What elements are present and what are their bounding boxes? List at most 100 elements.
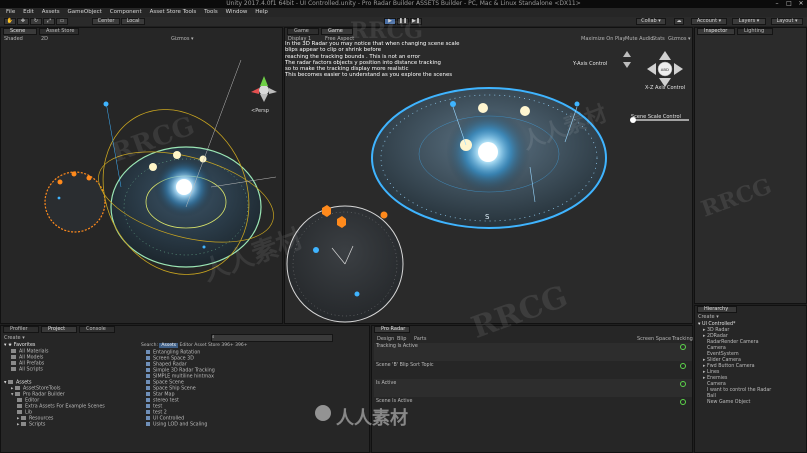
menu-assets[interactable]: Assets [42,8,60,17]
rotate-tool-button[interactable]: ↻ [30,18,42,25]
hierarchy-item[interactable]: I want to control the Radar [707,388,771,393]
project-file[interactable]: Screen Space 3D [146,356,194,362]
tab-asset-store[interactable]: Asset Store [39,28,79,35]
project-file[interactable]: Space Scene [146,380,184,386]
blip-sort-toggle[interactable] [680,363,686,369]
menu-file[interactable]: File [6,8,15,17]
hierarchy-item[interactable]: Camera [707,346,726,351]
inspector-panel[interactable]: Inspector Lighting [694,27,807,304]
project-file[interactable]: stereo test [146,398,179,404]
hierarchy-item[interactable]: New Game Object [707,400,750,405]
project-file[interactable]: SIMPLE multiline hintmax [146,374,214,380]
hand-tool-button[interactable]: ✋ [4,18,16,25]
tab-profiler[interactable]: Profiler [3,326,39,333]
tab-pro-radar[interactable]: Pro Radar [374,326,410,333]
hierarchy-item[interactable]: RadarRender Camera [707,340,759,345]
menu-edit[interactable]: Edit [23,8,34,17]
hierarchy-item[interactable]: EventSystem [707,352,739,357]
asset-folder[interactable]: ▸ AssetStoreTools [11,386,61,392]
step-button[interactable]: ▶❚ [410,18,422,25]
is-active-toggle[interactable] [680,381,686,387]
pro-radar-col-blip[interactable]: Blip [397,336,406,342]
breadcrumb-item[interactable]: Asset Store [194,343,220,348]
favorite-item[interactable]: All Models [11,355,43,361]
maximize-button[interactable]: □ [783,0,795,8]
hierarchy-scene[interactable]: ▾ UI Controlled* [698,322,735,327]
move-tool-button[interactable]: ✥ [17,18,29,25]
pivot-local-toggle[interactable]: Local [121,18,145,25]
rect-tool-button[interactable]: ▭ [56,18,68,25]
play-button[interactable]: ▶ [384,18,396,25]
collab-button[interactable]: Collab ▾ [636,18,666,25]
pro-radar-col-design[interactable]: Design [377,336,394,342]
breadcrumb-item[interactable]: Search: [141,343,158,348]
favorite-item[interactable]: All Materials [11,349,48,355]
hierarchy-item[interactable]: Ball [707,394,716,399]
account-dropdown[interactable]: Account ▾ [691,18,727,25]
breadcrumb-item[interactable]: 396+ [235,343,247,348]
xz-axis-control-pad[interactable]: ABD [647,51,683,87]
project-create-dropdown[interactable]: Create ▾ [4,335,25,341]
pivot-center-toggle[interactable]: Center [92,18,120,25]
asset-folder[interactable]: Extra Assets For Example Scenes [17,404,105,410]
hierarchy-item[interactable]: ▸ Slider Camera [703,358,741,363]
layers-dropdown[interactable]: Layers ▾ [732,18,766,25]
tab-scene[interactable]: Scene [3,28,37,35]
close-button[interactable]: ✕ [795,0,807,8]
asset-folder[interactable]: ▾ Pro Radar Builder [11,392,65,398]
tab-game-1[interactable]: Game [287,28,319,35]
tab-game-2[interactable]: Game [321,28,353,35]
hierarchy-item[interactable]: ▸ Lines [703,370,719,375]
asset-folder[interactable]: ▸ Resources [17,416,53,422]
scene-orientation-gizmo[interactable] [251,76,277,102]
scene-view-panel[interactable]: Scene Asset Store Shaded 2D Gizmos ▾ <Pe… [0,27,283,324]
menu-component[interactable]: Component [110,8,142,17]
cloud-icon[interactable]: ☁ [674,18,684,25]
layout-dropdown[interactable]: Layout ▾ [771,18,803,25]
hierarchy-item[interactable]: Camera [707,382,726,387]
project-panel[interactable]: Profiler Project Console Create ▾ ⌕ ▾ ★ … [0,325,370,453]
pro-radar-panel[interactable]: Pro Radar Design Blip Parts Screen Space… [371,325,693,453]
favorites-header[interactable]: ▾ ★ Favorites [4,343,35,348]
menu-tools[interactable]: Tools [204,8,218,17]
breadcrumb-item[interactable]: 396+ [221,343,233,348]
hierarchy-create-dropdown[interactable]: Create ▾ [698,314,719,320]
menu-window[interactable]: Window [226,8,248,17]
project-file[interactable]: Using LOD and Scaling [146,422,207,428]
pro-radar-col-parts[interactable]: Parts [414,336,426,342]
tab-hierarchy[interactable]: Hierarchy [697,306,737,313]
game-viewport[interactable]: S ABD [285,42,694,325]
project-file[interactable]: UI Controlled [146,416,184,422]
tab-project[interactable]: Project [41,326,77,333]
project-file[interactable]: test 2 [146,410,167,416]
hierarchy-item[interactable]: ▸ 2DRadar [703,334,728,339]
menu-gameobject[interactable]: GameObject [68,8,102,17]
asset-folder[interactable]: Lib [17,410,32,416]
menu-asset-store-tools[interactable]: Asset Store Tools [150,8,197,17]
scene-viewport[interactable] [1,42,284,325]
minimize-button[interactable]: – [771,0,783,8]
breadcrumb-item[interactable]: Editor [180,343,193,348]
project-search-input[interactable]: ⌕ [211,334,333,342]
project-file[interactable]: Entangling Rotation [146,350,200,356]
menu-help[interactable]: Help [255,8,268,17]
project-file[interactable]: Star Map [146,392,175,398]
tab-inspector[interactable]: Inspector [697,28,735,35]
scale-tool-button[interactable]: ⤢ [43,18,55,25]
tab-console[interactable]: Console [79,326,115,333]
tab-lighting[interactable]: Lighting [737,28,773,35]
tracking-active-toggle[interactable] [680,344,686,350]
favorite-item[interactable]: All Scripts [11,367,43,373]
hierarchy-item[interactable]: ▸ Fwd Button Camera [703,364,755,369]
hierarchy-panel[interactable]: Hierarchy Create ▾ ▾ UI Controlled* ▸ 3D… [694,305,807,453]
hierarchy-item[interactable]: ▸ Enemies [703,376,727,381]
scene-active-toggle[interactable] [680,399,686,405]
y-axis-control[interactable] [623,51,631,68]
hierarchy-item[interactable]: ▸ 3D Radar [703,328,729,333]
asset-folder[interactable]: ▸ Scripts [17,422,45,428]
project-file[interactable]: Simple 3D Radar Tracking [146,368,215,374]
project-file[interactable]: Shaped Radar [146,362,187,368]
project-file[interactable]: Space Ship Scene [146,386,196,392]
screen-space-dropdown[interactable]: Screen Space [637,336,671,342]
assets-root[interactable]: ▾ Assets [4,380,32,386]
